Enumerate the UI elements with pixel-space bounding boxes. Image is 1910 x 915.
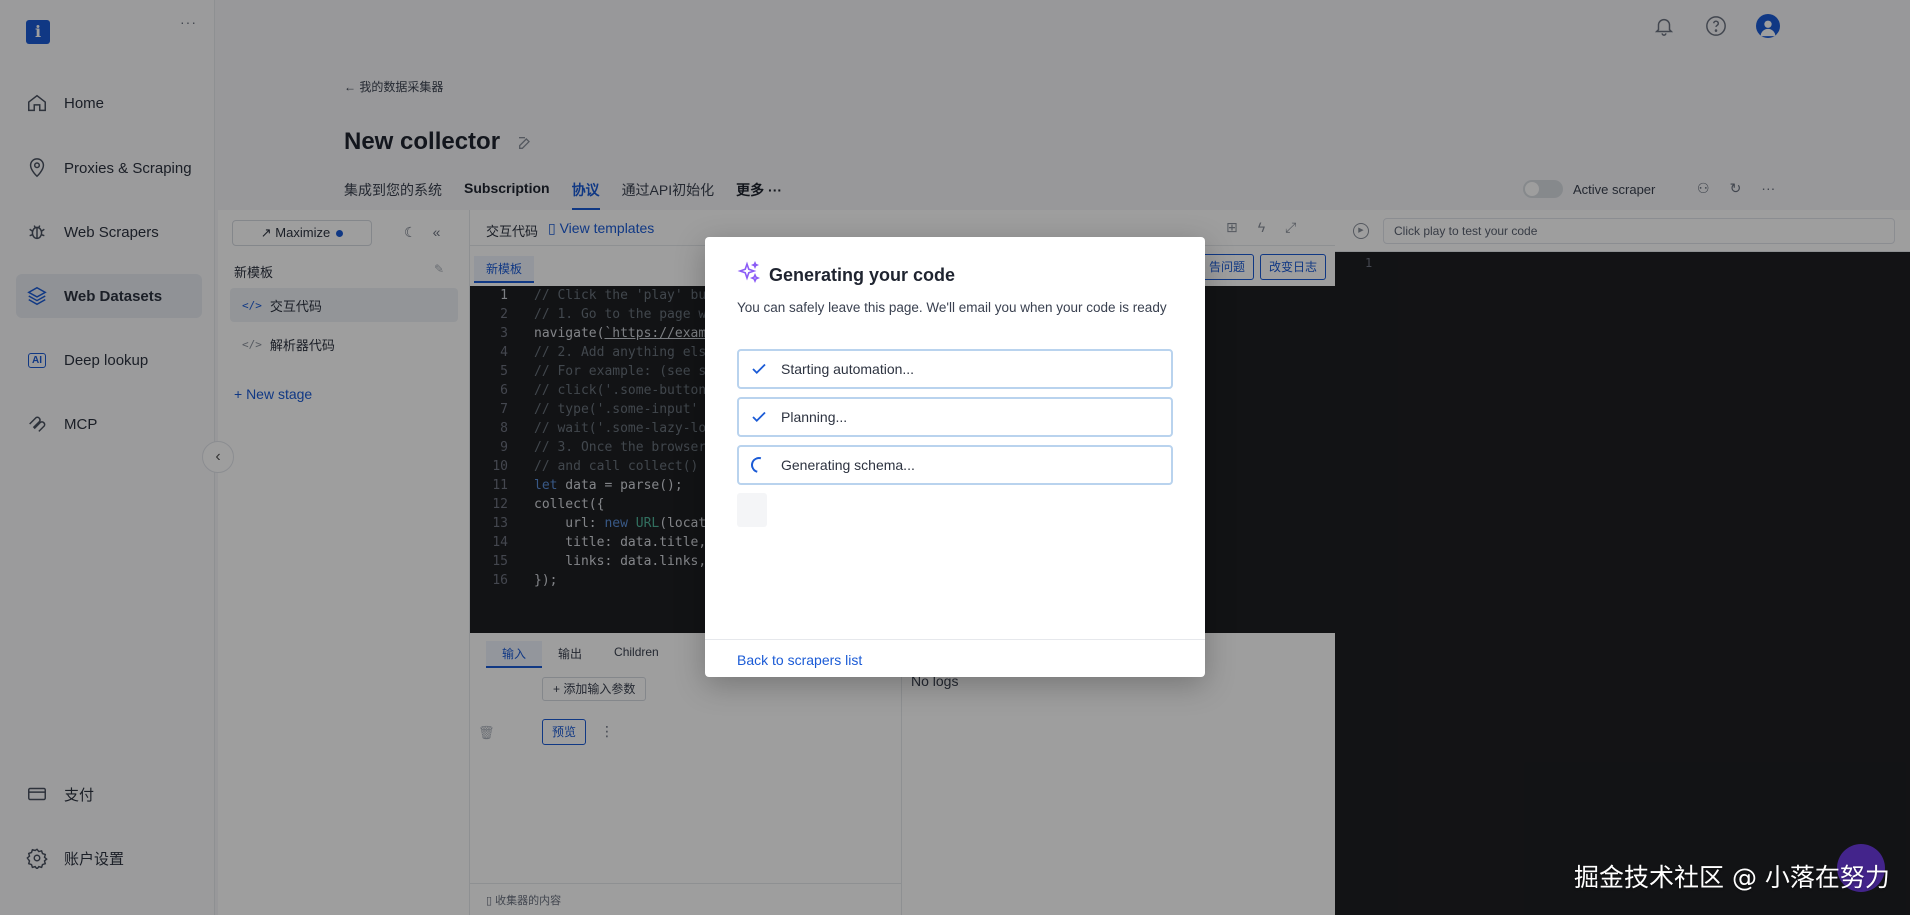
modal-description: You can safely leave this page. We'll em… (737, 300, 1167, 315)
skeleton-placeholder (737, 493, 767, 527)
generating-code-modal: Generating your code You can safely leav… (705, 237, 1205, 677)
loading-spinner-icon (748, 454, 770, 476)
step-starting-automation: Starting automation... (737, 349, 1173, 389)
modal-title: Generating your code (737, 260, 955, 290)
step-planning: Planning... (737, 397, 1173, 437)
sparkle-icon (737, 260, 761, 290)
back-to-scrapers-link[interactable]: Back to scrapers list (737, 652, 862, 668)
step-generating-schema: Generating schema... (737, 445, 1173, 485)
modal-footer: Back to scrapers list (705, 639, 1205, 677)
watermark: 掘金技术社区 @ 小落在努力 (1574, 863, 1890, 892)
check-icon (749, 407, 769, 427)
check-icon (749, 359, 769, 379)
